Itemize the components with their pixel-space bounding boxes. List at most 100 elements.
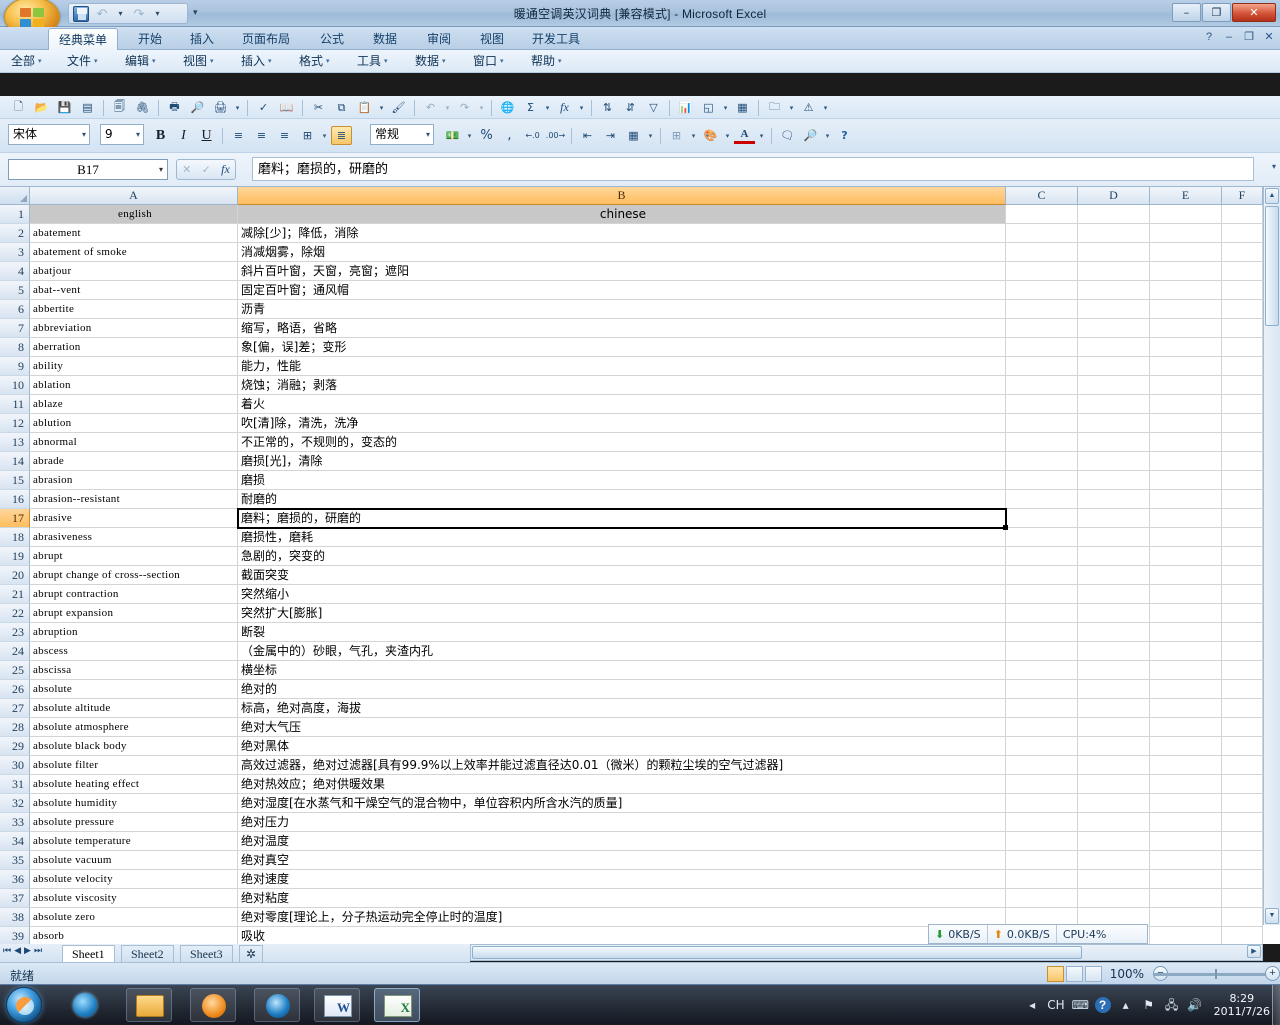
ribbon-restore-icon[interactable]: ❐ bbox=[1242, 30, 1256, 43]
cell-E37[interactable] bbox=[1150, 889, 1222, 908]
cell-F13[interactable] bbox=[1222, 433, 1263, 452]
align-center-button[interactable]: ≡ bbox=[251, 126, 272, 145]
tab-insert[interactable]: 插入 bbox=[180, 28, 224, 50]
font-name-combo[interactable]: 宋体 ▾ bbox=[8, 124, 90, 145]
row-header-3[interactable]: 3 bbox=[0, 243, 30, 262]
cell-C28[interactable] bbox=[1006, 718, 1078, 737]
row-header-24[interactable]: 24 bbox=[0, 642, 30, 661]
cell-C13[interactable] bbox=[1006, 433, 1078, 452]
zoom-icon[interactable]: 🔎 bbox=[800, 126, 821, 145]
menu-edit[interactable]: 编辑 ▾ bbox=[122, 53, 159, 70]
row-header-4[interactable]: 4 bbox=[0, 262, 30, 281]
cell-D8[interactable] bbox=[1078, 338, 1150, 357]
cell-D15[interactable] bbox=[1078, 471, 1150, 490]
cell-C6[interactable] bbox=[1006, 300, 1078, 319]
cell-F3[interactable] bbox=[1222, 243, 1263, 262]
cell-B13[interactable]: 不正常的，不规则的，变态的 bbox=[238, 433, 1006, 452]
cell-E18[interactable] bbox=[1150, 528, 1222, 547]
row-header-35[interactable]: 35 bbox=[0, 851, 30, 870]
font-size-combo[interactable]: 9 ▾ bbox=[100, 124, 144, 145]
row-header-15[interactable]: 15 bbox=[0, 471, 30, 490]
cell-A18[interactable]: abrasiveness bbox=[30, 528, 238, 547]
cell-A15[interactable]: abrasion bbox=[30, 471, 238, 490]
vertical-scrollbar[interactable]: ▲ ▼ bbox=[1263, 187, 1280, 925]
cell-B19[interactable]: 急剧的，突变的 bbox=[238, 547, 1006, 566]
cell-C21[interactable] bbox=[1006, 585, 1078, 604]
tab-view[interactable]: 视图 bbox=[470, 28, 514, 50]
row-header-11[interactable]: 11 bbox=[0, 395, 30, 414]
row-header-28[interactable]: 28 bbox=[0, 718, 30, 737]
cell-A2[interactable]: abatement bbox=[30, 224, 238, 243]
row-header-8[interactable]: 8 bbox=[0, 338, 30, 357]
help-icon[interactable]: ? bbox=[1202, 31, 1216, 43]
underline-button[interactable]: U bbox=[196, 126, 217, 145]
cell-B31[interactable]: 绝对热效应；绝对供暖效果 bbox=[238, 775, 1006, 794]
cell-A33[interactable]: absolute pressure bbox=[30, 813, 238, 832]
taskbar-excel[interactable]: X bbox=[374, 988, 420, 1022]
cell-B10[interactable]: 烧蚀；消融；剥落 bbox=[238, 376, 1006, 395]
row-header-14[interactable]: 14 bbox=[0, 452, 30, 471]
cell-A23[interactable]: abruption bbox=[30, 623, 238, 642]
cell-A21[interactable]: abrupt contraction bbox=[30, 585, 238, 604]
cell-D12[interactable] bbox=[1078, 414, 1150, 433]
cell-E5[interactable] bbox=[1150, 281, 1222, 300]
network-icon[interactable]: 🖧 bbox=[1164, 997, 1180, 1013]
cell-D1[interactable] bbox=[1078, 205, 1150, 224]
ribbon-minimize-icon[interactable]: – bbox=[1222, 31, 1236, 43]
cell-B3[interactable]: 消减烟雾，除烟 bbox=[238, 243, 1006, 262]
ime-indicator[interactable]: CH bbox=[1047, 998, 1064, 1012]
cell-B33[interactable]: 绝对压力 bbox=[238, 813, 1006, 832]
tab-data[interactable]: 数据 bbox=[363, 28, 407, 50]
cell-A10[interactable]: ablation bbox=[30, 376, 238, 395]
cell-C22[interactable] bbox=[1006, 604, 1078, 623]
row-header-32[interactable]: 32 bbox=[0, 794, 30, 813]
save-as-excel-icon[interactable]: ▤ bbox=[77, 98, 98, 117]
cell-D25[interactable] bbox=[1078, 661, 1150, 680]
cell-A4[interactable]: abatjour bbox=[30, 262, 238, 281]
cell-F35[interactable] bbox=[1222, 851, 1263, 870]
bold-button[interactable]: B bbox=[150, 126, 171, 145]
view-page-break-button[interactable] bbox=[1085, 966, 1102, 982]
cell-F15[interactable] bbox=[1222, 471, 1263, 490]
redo-icon[interactable]: ↷ bbox=[454, 98, 475, 117]
align-left-button[interactable]: ≡ bbox=[228, 126, 249, 145]
cell-D23[interactable] bbox=[1078, 623, 1150, 642]
cell-C11[interactable] bbox=[1006, 395, 1078, 414]
cell-C37[interactable] bbox=[1006, 889, 1078, 908]
cell-C2[interactable] bbox=[1006, 224, 1078, 243]
cell-E4[interactable] bbox=[1150, 262, 1222, 281]
cell-E31[interactable] bbox=[1150, 775, 1222, 794]
chevron-down-icon[interactable]: ▾ bbox=[136, 125, 140, 144]
sort-ascending-icon[interactable]: ⇅ bbox=[597, 98, 618, 117]
cell-B18[interactable]: 磨损性，磨耗 bbox=[238, 528, 1006, 547]
column-header-D[interactable]: D bbox=[1078, 187, 1150, 205]
row-header-18[interactable]: 18 bbox=[0, 528, 30, 547]
cell-E21[interactable] bbox=[1150, 585, 1222, 604]
cell-D3[interactable] bbox=[1078, 243, 1150, 262]
cell-D5[interactable] bbox=[1078, 281, 1150, 300]
chevron-down-icon[interactable]: ▾ bbox=[577, 104, 586, 112]
paste-icon[interactable]: 📋 bbox=[354, 98, 375, 117]
cell-B15[interactable]: 磨损 bbox=[238, 471, 1006, 490]
percent-button[interactable]: % bbox=[476, 126, 497, 145]
cell-C14[interactable] bbox=[1006, 452, 1078, 471]
chart-wizard-icon[interactable]: 📊 bbox=[675, 98, 696, 117]
format-painter-icon[interactable]: 🖌 bbox=[388, 98, 409, 117]
page-setup-icon[interactable]: 🖨 bbox=[210, 98, 231, 117]
decrease-decimal-button[interactable]: .00→ bbox=[545, 126, 566, 145]
wrap-text-button[interactable]: ≣ bbox=[331, 126, 352, 145]
cancel-formula-icon[interactable]: ✕ bbox=[182, 163, 191, 176]
cell-F6[interactable] bbox=[1222, 300, 1263, 319]
chevron-down-icon[interactable]: ▾ bbox=[477, 104, 486, 112]
cell-B9[interactable]: 能力，性能 bbox=[238, 357, 1006, 376]
cell-E14[interactable] bbox=[1150, 452, 1222, 471]
scroll-right-button[interactable]: ▶ bbox=[1247, 945, 1261, 958]
cell-B5[interactable]: 固定百叶窗；通风帽 bbox=[238, 281, 1006, 300]
cell-A16[interactable]: abrasion--resistant bbox=[30, 490, 238, 509]
cell-E38[interactable] bbox=[1150, 908, 1222, 927]
cell-B14[interactable]: 磨损[光]，清除 bbox=[238, 452, 1006, 471]
cell-F17[interactable] bbox=[1222, 509, 1263, 528]
cell-A3[interactable]: abatement of smoke bbox=[30, 243, 238, 262]
cell-D35[interactable] bbox=[1078, 851, 1150, 870]
cell-B11[interactable]: 着火 bbox=[238, 395, 1006, 414]
